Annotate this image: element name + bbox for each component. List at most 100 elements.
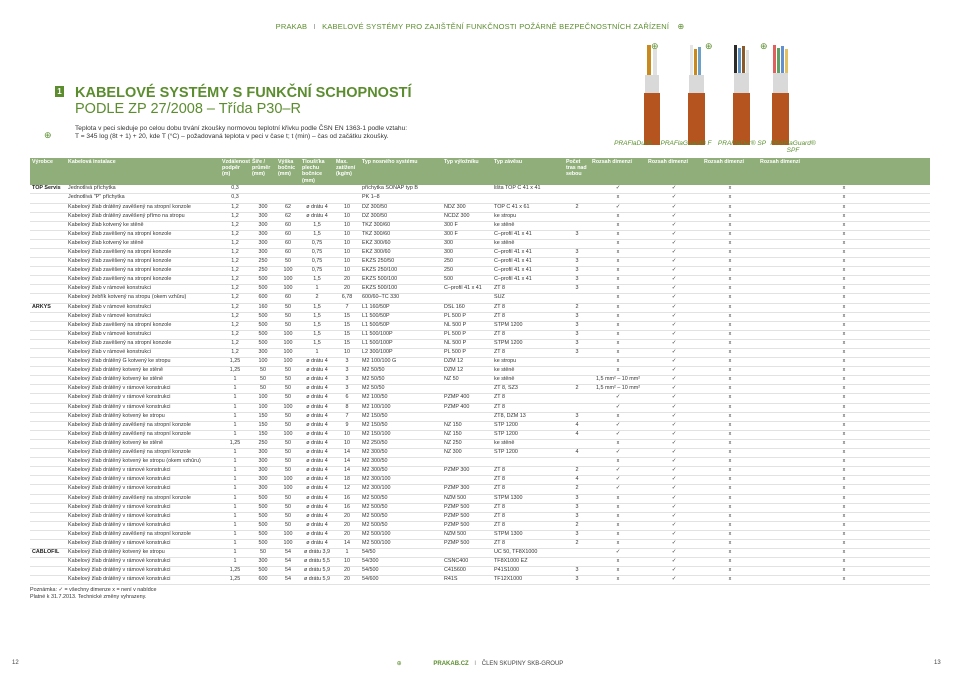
table-cell: 14 [334,539,360,550]
table-cell: x [702,421,758,431]
table-row: Kabelový žlab drátěný v rámové konstrukc… [30,566,930,577]
table-cell: ZT 8 [492,303,564,313]
table-cell: Kabelový žlab drátěný v rámové konstrukc… [66,466,220,477]
table-cell: ø drátu 4 [300,475,334,486]
table-cell: x [702,193,758,204]
table-cell: 500 [250,566,276,577]
table-cell: ø drátu 4 [300,412,334,422]
table-cell: Kabelový žlab drátěný G kotvený ke strop… [66,357,220,368]
table-cell: ✓ [646,275,702,286]
table-row: Kabelový žlab drátěný zavěšený přímo na … [30,212,930,222]
table-cell: x [590,257,646,268]
manufacturer-cell [30,339,66,350]
table-cell: x [758,539,930,550]
table-cell: M2 500/50 [360,512,442,522]
table-row: Kabelový žlab zavěšený na stropní konzol… [30,257,930,268]
table-cell: x [758,575,930,586]
table-cell: 1 [220,466,250,477]
table-cell: ✓ [646,557,702,568]
table-cell: M2 300/100 [360,484,442,495]
table-cell: x [702,312,758,322]
table-cell: 20 [334,530,360,540]
table-cell: Kabelový žlab v rámové konstrukci [66,330,220,340]
table-cell: Kabelový žlab drátěný v rámové konstrukc… [66,539,220,550]
table-cell: ✓ [590,203,646,213]
table-cell: Kabelový žlab drátěný v rámové konstrukc… [66,575,220,586]
table-cell: 10 [334,239,360,249]
table-cell: 54 [276,566,300,577]
table-cell: PZMP 300 [442,484,492,495]
table-cell: 4 [564,430,590,440]
table-cell: NZ 150 [442,430,492,440]
table-cell: x [590,539,646,550]
table-row: TOP Servis Jednotlivá příchytka 0,3 příchyt… [30,184,930,195]
table-cell: x [590,439,646,450]
table-cell: x [758,548,930,559]
table-cell: NZ 250 [442,439,492,450]
table-cell: 300 [250,248,276,259]
table-cell: 100 [276,539,300,550]
table-cell: ✓ [646,566,702,577]
table-cell: x [590,266,646,277]
table-cell: x [702,266,758,277]
table-row: Kabelový žlab zavěšený na stropní konzol… [30,321,930,331]
table-cell: 1,2 [220,203,250,213]
table-cell: NCDZ 300 [442,212,492,222]
table-cell: ✓ [646,494,702,504]
table-cell: x [590,321,646,331]
table-cell [564,357,590,368]
table-cell: 1,2 [220,303,250,313]
table-cell: EKZS 500/100 [360,284,442,295]
manufacturer-cell [30,193,66,204]
table-cell: Kabelový žlab drátěný kotvený ke stěně [66,366,220,377]
table-cell: x [590,212,646,222]
column-header: Typ závěsu [492,158,564,185]
table-cell: x [758,193,930,204]
table-cell: x [758,357,930,368]
table-cell: Kabelový žlab drátěný v rámové konstrukc… [66,512,220,522]
table-cell: x [702,412,758,422]
table-cell [442,293,492,304]
table-cell: M2 150/50 [360,421,442,431]
table-cell: 50 [276,521,300,531]
table-row: Kabelový žlab drátěný kotvený ke stropu 1… [30,412,930,422]
table-cell: 1 [220,393,250,404]
table-cell: DZM 12 [442,366,492,377]
table-cell: 20 [334,275,360,286]
table-cell: 100 [276,330,300,340]
table-cell: ✓ [646,303,702,313]
table-cell: 0,3 [220,184,250,195]
table-cell: x [590,412,646,422]
table-cell: ø drátu 5,5 [300,557,334,568]
table-cell: ✓ [646,475,702,486]
table-cell: 1,2 [220,212,250,222]
table-cell: x [758,239,930,249]
table-cell: 100 [276,357,300,368]
table-cell: 54/600 [360,575,442,586]
table-cell: x [590,193,646,204]
table-cell: 20 [334,575,360,586]
manufacturer-cell [30,421,66,431]
table-cell: 160 [250,303,276,313]
table-cell: 1,25 [220,566,250,577]
table-cell: x [758,203,930,213]
table-cell: 0,75 [300,248,334,259]
table-cell: 1 [220,421,250,431]
table-cell: 500 [250,330,276,340]
table-cell: Kabelový žlab v rámové konstrukci [66,312,220,322]
table-cell: ø drátu 4 [300,403,334,413]
table-cell: x [758,221,930,231]
column-header: Šíře / průměr (mm) [250,158,276,185]
manufacturer-cell [30,566,66,577]
table-row: Kabelový žlab drátěný v rámové konstrukc… [30,384,930,395]
table-cell: 300 [250,484,276,495]
table-cell: ø drátu 4 [300,430,334,440]
table-cell: lišta TOP C 41 x 41 [492,184,564,195]
table-cell: Kabelový žlab drátěný zavěšený na stropn… [66,530,220,540]
table-cell: ✓ [646,466,702,477]
table-cell: 1 [220,384,250,395]
table-row: Kabelový žlab drátěný v rámové konstrukc… [30,403,930,413]
table-cell: L2 300/100P [360,348,442,359]
footer-site-link[interactable]: PRAKAB.CZ [433,661,468,667]
table-cell: Kabelový žlab drátěný v rámové konstrukc… [66,557,220,568]
